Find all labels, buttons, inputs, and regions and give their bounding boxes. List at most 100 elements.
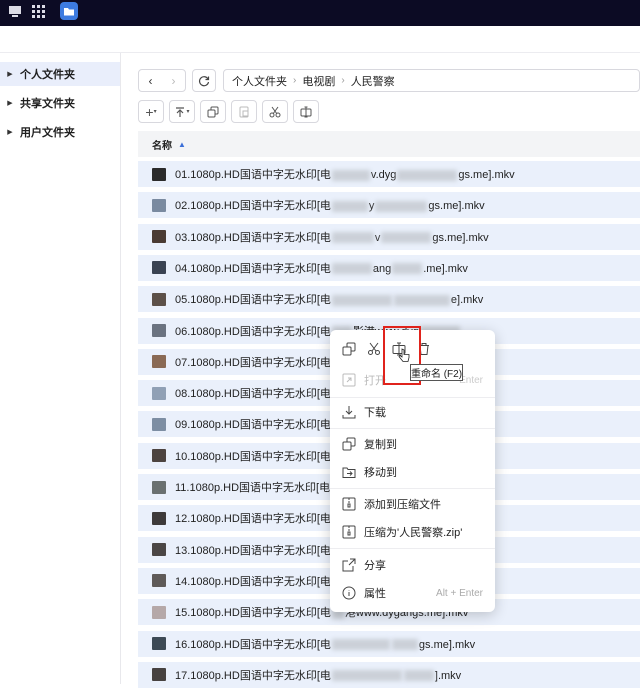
column-header-name[interactable]: 名称 <box>152 137 172 152</box>
file-name: 04.1080p.HD国语中字无水印[电 ang .me].mkv <box>175 260 468 276</box>
rename-button[interactable] <box>293 100 319 123</box>
new-button[interactable]: + ▾ <box>138 100 164 123</box>
table-row[interactable]: 03.1080p.HD国语中字无水印[电 v gs.me].mkv <box>138 223 640 250</box>
redacted-text <box>331 169 370 181</box>
caret-right-icon[interactable]: ▶ <box>0 70 20 78</box>
file-name-prefix: 14.1080p.HD国语中字无水印[电 <box>175 575 331 588</box>
breadcrumb-item[interactable]: 人民警察 <box>351 73 395 89</box>
forward-icon[interactable]: › <box>172 74 176 88</box>
file-name-prefix: 02.1080p.HD国语中字无水印[电 <box>175 200 331 213</box>
table-row[interactable]: 01.1080p.HD国语中字无水印[电 v.dyg gs.me].mkv <box>138 161 640 187</box>
file-name-prefix: 16.1080p.HD国语中字无水印[电 <box>175 638 331 651</box>
file-name-prefix: 13.1080p.HD国语中字无水印[电 <box>175 544 331 557</box>
table-row[interactable]: 04.1080p.HD国语中字无水印[电 ang .me].mkv <box>138 254 640 281</box>
video-thumbnail-icon <box>152 386 166 400</box>
video-thumbnail-icon <box>152 574 166 588</box>
zip-icon <box>342 525 356 539</box>
menu-item-compress-as[interactable]: 压缩为'人民警察.zip' <box>330 521 495 543</box>
file-name-prefix: 10.1080p.HD国语中字无水印[电 <box>175 450 331 463</box>
menu-item-move-to[interactable]: 移动到 <box>330 461 495 483</box>
file-name: 17.1080p.HD国语中字无水印[电].mkv <box>175 667 461 683</box>
menu-divider <box>330 397 495 398</box>
sidebar-item-users[interactable]: ▶ 用户文件夹 <box>0 120 120 144</box>
menu-item-properties[interactable]: 属性 Alt + Enter <box>330 582 495 604</box>
file-name-prefix: 17.1080p.HD国语中字无水印[电 <box>175 669 331 682</box>
file-name-prefix: 01.1080p.HD国语中字无水印[电 <box>175 169 331 181</box>
file-name-prefix: 09.1080p.HD国语中字无水印[电 <box>175 419 331 432</box>
chevron-right-icon: › <box>341 75 345 86</box>
scissors-icon[interactable] <box>367 342 381 356</box>
file-name-fragment: v.dyg <box>370 169 397 181</box>
video-thumbnail-icon <box>152 480 166 494</box>
rename-icon <box>300 106 312 117</box>
caret-right-icon[interactable]: ▶ <box>0 128 20 136</box>
redacted-text <box>393 294 450 306</box>
refresh-button[interactable] <box>192 69 216 92</box>
copy-icon <box>207 106 219 117</box>
breadcrumb-item[interactable]: 电视剧 <box>302 73 335 89</box>
file-name: 05.1080p.HD国语中字无水印[电 e].mkv <box>175 291 483 307</box>
file-manager-icon[interactable] <box>60 2 78 20</box>
redacted-text <box>331 263 372 275</box>
redacted-text <box>331 639 390 651</box>
open-icon <box>342 373 356 387</box>
scissors-icon <box>269 106 281 117</box>
file-name-fragment: ang <box>372 262 392 275</box>
table-row[interactable]: 16.1080p.HD国语中字无水印[电 gs.me].mkv <box>138 630 640 657</box>
share-icon <box>342 558 356 572</box>
file-name-suffix: gs.me].mkv <box>432 231 489 244</box>
file-name: 16.1080p.HD国语中字无水印[电 gs.me].mkv <box>175 636 475 652</box>
redacted-text <box>375 200 428 212</box>
redacted-text <box>397 169 458 181</box>
copy-icon[interactable] <box>342 342 356 356</box>
video-thumbnail-icon <box>152 167 166 181</box>
refresh-icon <box>198 75 210 86</box>
menu-item-label: 下载 <box>364 407 386 419</box>
file-name-prefix: 05.1080p.HD国语中字无水印[电 <box>175 294 331 307</box>
menu-item-download[interactable]: 下载 <box>330 401 495 423</box>
table-row[interactable]: 05.1080p.HD国语中字无水印[电 e].mkv <box>138 286 640 313</box>
plus-icon: + <box>145 103 154 120</box>
redacted-text <box>331 670 402 682</box>
sidebar-item-personal[interactable]: ▶ 个人文件夹 <box>0 62 120 86</box>
file-name-prefix: 15.1080p.HD国语中字无水印[电 <box>175 607 331 620</box>
chevron-right-icon: › <box>293 75 297 86</box>
download-icon <box>342 406 356 419</box>
menu-divider <box>330 488 495 489</box>
video-thumbnail-icon <box>152 230 166 244</box>
upload-icon <box>176 106 185 117</box>
caret-right-icon[interactable]: ▶ <box>0 99 20 107</box>
breadcrumb-item[interactable]: 个人文件夹 <box>232 73 287 89</box>
table-row[interactable]: 02.1080p.HD国语中字无水印[电 y gs.me].mkv <box>138 192 640 219</box>
file-name-prefix: 04.1080p.HD国语中字无水印[电 <box>175 262 331 275</box>
copy-to-icon <box>342 437 356 451</box>
video-thumbnail-icon <box>152 261 166 275</box>
video-thumbnail-icon <box>152 543 166 557</box>
video-thumbnail-icon <box>152 449 166 463</box>
menu-item-label: 添加到压缩文件 <box>364 499 441 511</box>
upload-button[interactable]: ▾ <box>169 100 195 123</box>
table-header: 名称 ▲ <box>138 131 640 157</box>
move-to-icon <box>342 467 356 478</box>
archive-icon <box>342 497 356 511</box>
back-icon[interactable]: ‹ <box>149 74 153 88</box>
video-thumbnail-icon <box>152 605 166 619</box>
menu-item-label: 移动到 <box>364 467 397 479</box>
desktop-icon[interactable] <box>7 3 23 19</box>
file-name: 02.1080p.HD国语中字无水印[电 y gs.me].mkv <box>175 197 485 213</box>
breadcrumb: 个人文件夹 › 电视剧 › 人民警察 <box>223 69 640 92</box>
redacted-text <box>381 232 432 244</box>
sidebar-item-shared[interactable]: ▶ 共享文件夹 <box>0 91 120 115</box>
redacted-text <box>331 232 374 244</box>
video-thumbnail-icon <box>152 198 166 212</box>
menu-item-copy-to[interactable]: 复制到 <box>330 433 495 455</box>
video-thumbnail-icon <box>152 417 166 431</box>
apps-grid-icon[interactable] <box>30 3 46 19</box>
info-icon <box>342 586 356 600</box>
menu-item-share[interactable]: 分享 <box>330 554 495 576</box>
menu-item-add-to-archive[interactable]: 添加到压缩文件 <box>330 493 495 515</box>
sort-ascending-icon[interactable]: ▲ <box>178 140 186 149</box>
cut-button[interactable] <box>262 100 288 123</box>
copy-button[interactable] <box>200 100 226 123</box>
paste-button[interactable] <box>231 100 257 123</box>
